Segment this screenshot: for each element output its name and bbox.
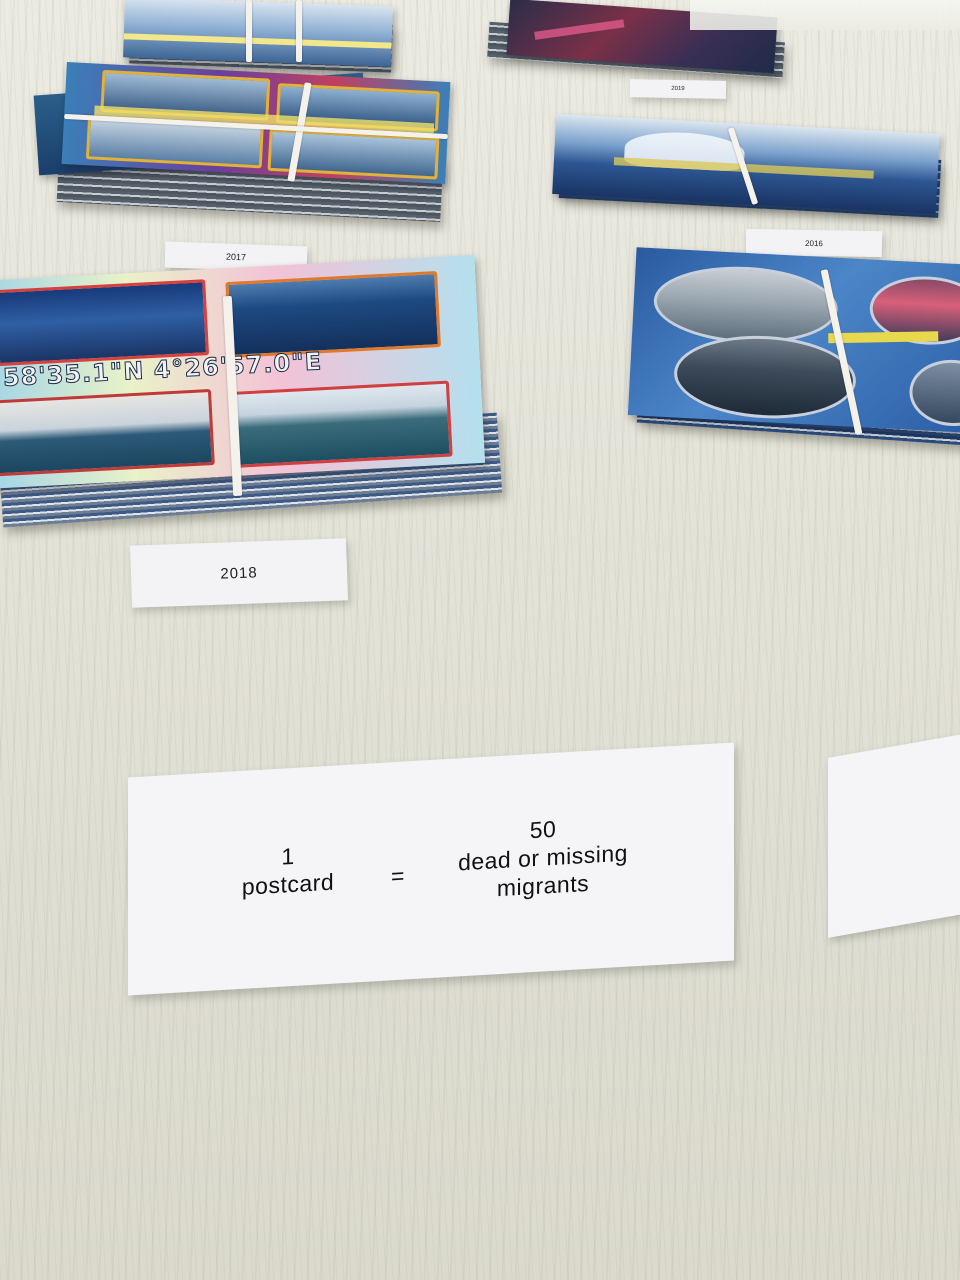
sea-photo-bottom-left bbox=[0, 389, 215, 477]
year-label-2016: 2016 bbox=[745, 228, 883, 258]
table-surface: 2017 °58'35.1"N 4°26'57.0"E 2018 2019 20… bbox=[0, 0, 960, 1280]
sea-photo-bottom-right bbox=[231, 380, 453, 468]
year-label-2018-text: 2018 bbox=[220, 563, 258, 583]
legend-equals-sign: = bbox=[391, 862, 405, 890]
circle-photo-grey-sea bbox=[651, 262, 840, 348]
year-label-2019-text: 2019 bbox=[671, 85, 685, 93]
year-label-2016-text: 2016 bbox=[805, 238, 823, 248]
sea-photo-top-left bbox=[0, 279, 210, 367]
year-label-2019: 2019 bbox=[629, 79, 727, 99]
sea-photo-top-right bbox=[225, 271, 441, 359]
year-label-2018: 2018 bbox=[129, 538, 349, 608]
legend-card: 1 postcard = 50 dead or missing migrants bbox=[128, 742, 734, 996]
postcard-far-top bbox=[123, 0, 393, 67]
postcard-2018-top: °58'35.1"N 4°26'57.0"E bbox=[0, 255, 486, 489]
legend-card-partial bbox=[828, 726, 960, 938]
legend-left: 1 postcard bbox=[198, 837, 378, 903]
postcard-right-top bbox=[627, 247, 960, 433]
circle-photo-dark-sea bbox=[671, 331, 859, 423]
year-label-2017-text: 2017 bbox=[225, 251, 247, 263]
legend-right: 50 dead or missing migrants bbox=[418, 808, 668, 906]
